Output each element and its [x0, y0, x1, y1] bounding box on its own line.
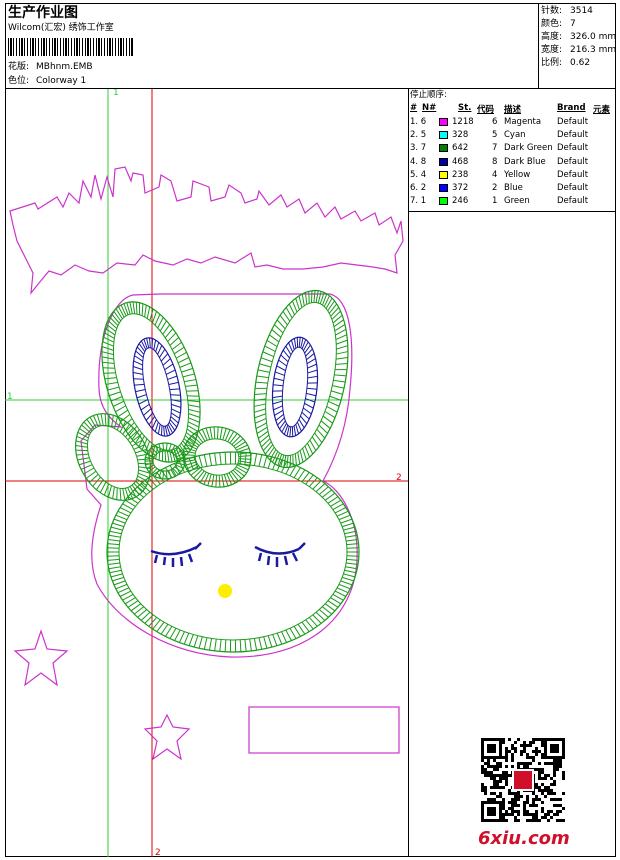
ear-right	[253, 289, 349, 469]
col-description: 描述	[504, 105, 522, 115]
color-swatch	[439, 144, 448, 153]
nose-dot	[218, 584, 232, 598]
row-description: Blue	[504, 183, 523, 193]
row-brand: Default	[557, 143, 589, 154]
row-brand: Default	[557, 156, 589, 167]
col-needle: N#	[422, 103, 437, 113]
row-stitches: 238	[452, 169, 469, 180]
width-value: 216.3 mm	[570, 45, 617, 55]
row-index: 4. 8	[410, 156, 427, 167]
row-index: 3. 7	[410, 143, 427, 154]
row-index: 7. 1	[410, 196, 427, 207]
bunny-head	[106, 451, 360, 653]
bow-knot	[144, 442, 186, 480]
row-index: 1. 6	[410, 117, 427, 127]
guide-label-h2: 2	[396, 473, 402, 483]
barcode	[8, 38, 134, 56]
watermark: 6xiu.com	[478, 828, 570, 849]
design-file: MBhnm.EMB	[36, 62, 93, 72]
row-stitches: 246	[452, 196, 469, 207]
guide-label-h1: 1	[7, 392, 13, 402]
row-brand: Default	[557, 130, 589, 141]
row-description: Magenta	[504, 117, 542, 127]
panel-divider	[408, 89, 409, 857]
col-brand: Brand	[557, 103, 586, 113]
color-swatch	[439, 157, 448, 166]
color-swatch	[439, 197, 448, 206]
row-code: 8	[492, 156, 498, 167]
row-stitches: 642	[452, 143, 469, 154]
color-swatch	[439, 131, 448, 140]
sleeping-eyes	[150, 542, 306, 567]
colorway-name: Colorway 1	[36, 76, 87, 86]
embroidery-design: 1 2 1 2	[5, 89, 408, 857]
row-brand: Default	[557, 117, 589, 127]
row-brand: Default	[557, 196, 589, 207]
guide-label-v1: 1	[113, 89, 119, 98]
color-count-label: 颜色:	[541, 19, 563, 29]
row-code: 1	[492, 196, 498, 207]
row-code: 6	[492, 117, 498, 127]
row-stitches: 468	[452, 156, 469, 167]
col-stitches: St.	[458, 103, 472, 113]
ear-left-inner	[132, 337, 182, 437]
row-description: Cyan	[504, 130, 526, 141]
row-stitches: 328	[452, 130, 469, 141]
height-value: 326.0 mm	[570, 32, 617, 42]
scale-value: 0.62	[570, 58, 591, 68]
col-index: #	[410, 103, 418, 113]
bow-left	[75, 413, 151, 501]
row-code: 7	[492, 143, 498, 154]
guide-label-v2: 2	[155, 848, 161, 857]
row-description: Dark Green	[504, 143, 553, 154]
studio-name: Wilcom(汇宏) 绣饰工作室	[8, 23, 114, 33]
height-label: 高度:	[541, 32, 563, 42]
scale-label: 比例:	[541, 58, 563, 68]
row-code: 4	[492, 169, 498, 180]
row-index: 5. 4	[410, 169, 427, 180]
stitch-count-value: 3514	[570, 6, 593, 16]
color-swatch	[439, 170, 448, 179]
bow-right	[182, 426, 252, 488]
col-code: 代码	[477, 105, 495, 115]
table-bottom-rule	[408, 211, 616, 212]
color-count-value: 7	[570, 19, 576, 29]
row-index: 2. 5	[410, 130, 427, 141]
row-stitches: 372	[452, 183, 469, 193]
label-rectangle	[248, 706, 400, 754]
wellcome-lettering-outline	[9, 166, 404, 295]
stop-sequence-title: 停止顺序:	[410, 90, 447, 100]
qr-code	[481, 738, 565, 822]
row-code: 2	[492, 183, 498, 193]
width-label: 宽度:	[541, 45, 563, 55]
row-stitches: 1218	[452, 117, 474, 127]
col-element: 元素	[593, 105, 611, 115]
color-swatch	[439, 184, 448, 192]
design-label: 花版:	[8, 62, 30, 72]
row-brand: Default	[557, 169, 589, 180]
row-brand: Default	[557, 183, 589, 193]
colorway-label: 色位:	[8, 76, 30, 86]
row-description: Dark Blue	[504, 156, 546, 167]
star-left	[13, 629, 69, 687]
row-description: Green	[504, 196, 530, 207]
row-code: 5	[492, 130, 498, 141]
row-index: 6. 2	[410, 183, 427, 193]
stitch-count-label: 针数:	[541, 6, 563, 16]
row-description: Yellow	[504, 169, 531, 180]
color-swatch	[439, 118, 448, 126]
page-title: 生产作业图	[8, 5, 78, 21]
